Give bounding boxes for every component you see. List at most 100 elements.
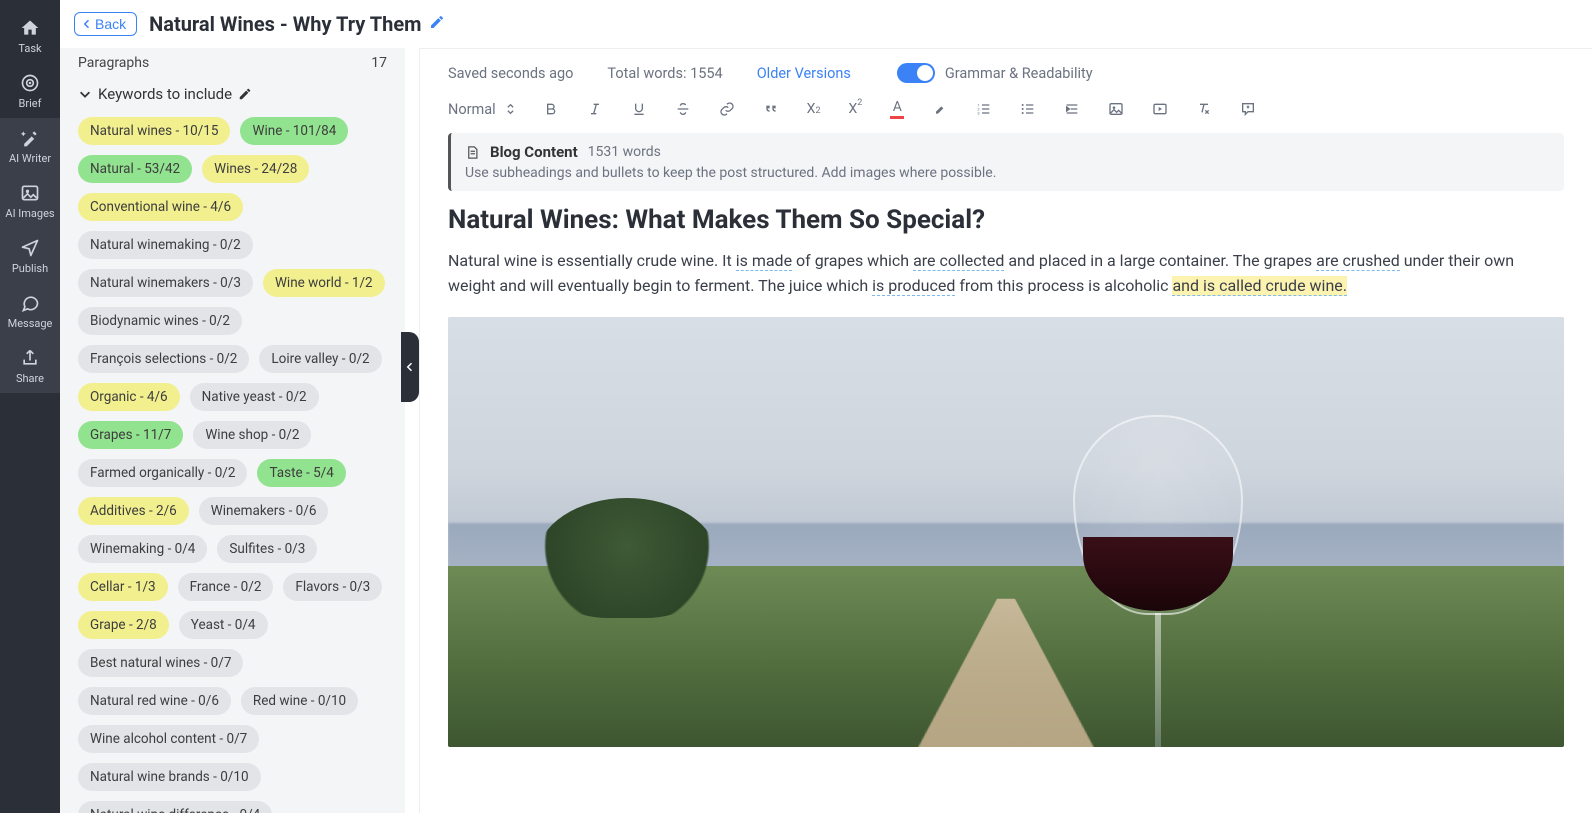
saved-status: Saved seconds ago <box>448 65 573 82</box>
italic-button[interactable] <box>587 101 603 117</box>
keyword-pill[interactable]: Winemaking - 0/4 <box>78 535 207 563</box>
keyword-pill[interactable]: Loire valley - 0/2 <box>259 345 381 373</box>
editor-toolbar: Normal X2 X2 A 123 <box>420 93 1592 133</box>
callout-title: Blog Content <box>490 143 578 161</box>
pencil-icon[interactable] <box>238 87 252 101</box>
grammar-highlight[interactable]: are collected <box>913 251 1004 271</box>
video-icon <box>1152 101 1168 117</box>
keyword-pill[interactable]: Sulfites - 0/3 <box>217 535 317 563</box>
superscript-button[interactable]: X2 <box>849 101 863 117</box>
target-icon <box>20 73 40 93</box>
keyword-pill[interactable]: Native yeast - 0/2 <box>190 383 319 411</box>
older-versions-link[interactable]: Older Versions <box>757 65 851 82</box>
article-body[interactable]: Natural Wines: What Makes Them So Specia… <box>420 191 1592 767</box>
keyword-pill[interactable]: Additives - 2/6 <box>78 497 189 525</box>
ordered-list-button[interactable]: 123 <box>976 101 992 117</box>
pencil-icon <box>429 14 445 30</box>
keyword-pill[interactable]: Best natural wines - 0/7 <box>78 649 243 677</box>
wand-icon <box>20 128 40 148</box>
article-heading: Natural Wines: What Makes Them So Specia… <box>448 205 1564 235</box>
blockquote-button[interactable] <box>763 101 779 117</box>
keyword-pill[interactable]: Natural - 53/42 <box>78 155 192 183</box>
rail-item-share[interactable]: Share <box>0 338 60 393</box>
keyword-pill[interactable]: Wine - 101/84 <box>240 117 348 145</box>
grammar-highlight[interactable]: is made <box>736 251 792 271</box>
keyword-pill[interactable]: Red wine - 0/10 <box>241 687 358 715</box>
grammar-toggle[interactable] <box>897 63 935 83</box>
rail-item-ai-writer[interactable]: AI Writer <box>0 118 60 173</box>
insert-video-button[interactable] <box>1152 101 1168 117</box>
share-icon <box>20 348 40 368</box>
rail-item-task[interactable]: Task <box>0 8 60 63</box>
collapse-panel-button[interactable] <box>401 332 419 402</box>
keyword-pill[interactable]: Farmed organically - 0/2 <box>78 459 247 487</box>
indent-button[interactable] <box>1064 101 1080 117</box>
link-icon <box>719 101 735 117</box>
keyword-pill[interactable]: Conventional wine - 4/6 <box>78 193 243 221</box>
rail-label: AI Writer <box>9 152 51 165</box>
grammar-highlight[interactable]: are crushed <box>1316 251 1400 271</box>
rail-label: AI Images <box>5 207 54 220</box>
readability-highlight[interactable]: and is called crude wine. <box>1172 276 1347 296</box>
subscript-button[interactable]: X2 <box>807 101 821 117</box>
keyword-pill[interactable]: Grapes - 11/7 <box>78 421 183 449</box>
keyword-pill[interactable]: François selections - 0/2 <box>78 345 249 373</box>
keyword-pill[interactable]: Cellar - 1/3 <box>78 573 168 601</box>
article-image[interactable] <box>448 317 1564 747</box>
keyword-pill[interactable]: Natural wine brands - 0/10 <box>78 763 261 791</box>
keyword-pill[interactable]: Wine world - 1/2 <box>263 269 385 297</box>
keyword-pill[interactable]: France - 0/2 <box>178 573 274 601</box>
add-comment-button[interactable] <box>1240 101 1256 117</box>
rail-label: Share <box>16 372 44 385</box>
home-icon <box>20 18 40 38</box>
underline-button[interactable] <box>631 101 647 117</box>
keyword-pill[interactable]: Natural winemakers - 0/3 <box>78 269 253 297</box>
keyword-pill[interactable]: Flavors - 0/3 <box>283 573 382 601</box>
rail-item-message[interactable]: Message <box>0 283 60 338</box>
paragraphs-value: 17 <box>371 55 387 71</box>
format-select[interactable]: Normal <box>448 101 515 118</box>
keyword-pill[interactable]: Biodynamic wines - 0/2 <box>78 307 242 335</box>
highlight-button[interactable] <box>932 101 948 117</box>
svg-text:3: 3 <box>978 110 980 115</box>
unordered-list-button[interactable] <box>1020 101 1036 117</box>
keyword-pill[interactable]: Wine shop - 0/2 <box>193 421 311 449</box>
rail-item-ai-images[interactable]: AI Images <box>0 173 60 228</box>
keyword-pill[interactable]: Wines - 24/28 <box>202 155 309 183</box>
rail-label: Task <box>18 42 41 55</box>
back-button[interactable]: Back <box>74 12 137 36</box>
total-words: Total words: 1554 <box>607 65 722 82</box>
edit-title-button[interactable] <box>429 14 445 34</box>
paragraph-stat: Paragraphs 17 <box>74 55 391 79</box>
keyword-pill[interactable]: Yeast - 0/4 <box>179 611 268 639</box>
keywords-header-label: Keywords to include <box>98 85 232 103</box>
keyword-pill[interactable]: Grape - 2/8 <box>78 611 169 639</box>
ordered-list-icon: 123 <box>976 101 992 117</box>
keyword-pill[interactable]: Natural red wine - 0/6 <box>78 687 231 715</box>
clear-format-button[interactable] <box>1196 101 1212 117</box>
rail-item-brief[interactable]: Brief <box>0 63 60 118</box>
callout-subtitle: Use subheadings and bullets to keep the … <box>465 165 1550 181</box>
keywords-toggle[interactable]: Keywords to include <box>74 79 391 117</box>
rail-item-publish[interactable]: Publish <box>0 228 60 283</box>
keyword-pill[interactable]: Taste - 5/4 <box>257 459 345 487</box>
insert-image-button[interactable] <box>1108 101 1124 117</box>
link-button[interactable] <box>719 101 735 117</box>
back-label: Back <box>95 16 126 32</box>
grammar-highlight[interactable]: is produced <box>872 276 955 296</box>
send-icon <box>20 238 40 258</box>
strikethrough-button[interactable] <box>675 101 691 117</box>
clear-format-icon <box>1196 101 1212 117</box>
keyword-pill[interactable]: Organic - 4/6 <box>78 383 180 411</box>
keyword-pill[interactable]: Natural wine difference - 0/4 <box>78 801 272 813</box>
left-rail: Task Brief AI Writer AI Images Publish M… <box>0 0 60 813</box>
keyword-pill[interactable]: Natural winemaking - 0/2 <box>78 231 253 259</box>
article-paragraph: Natural wine is essentially crude wine. … <box>448 249 1564 299</box>
bold-button[interactable] <box>543 101 559 117</box>
keyword-pill[interactable]: Winemakers - 0/6 <box>199 497 329 525</box>
bullet-list-icon <box>1020 101 1036 117</box>
text-color-button[interactable]: A <box>890 99 904 119</box>
keyword-pill[interactable]: Natural wines - 10/15 <box>78 117 230 145</box>
paragraphs-label: Paragraphs <box>78 55 149 71</box>
keyword-pill[interactable]: Wine alcohol content - 0/7 <box>78 725 259 753</box>
